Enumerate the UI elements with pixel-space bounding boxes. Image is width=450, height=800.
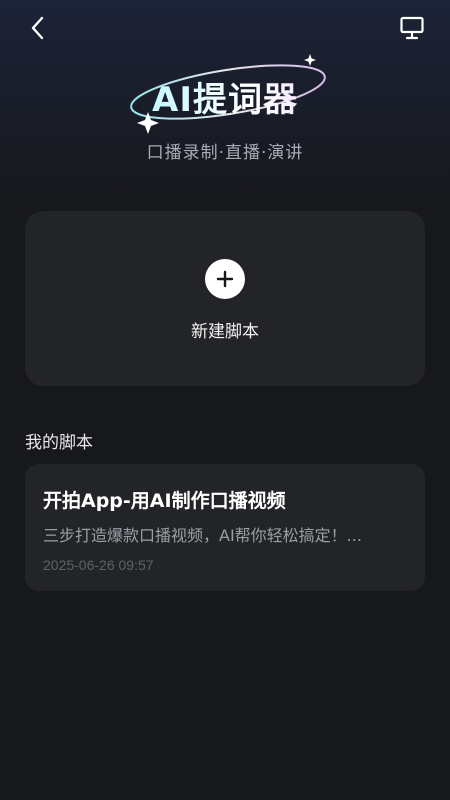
plus-icon bbox=[205, 259, 245, 299]
script-timestamp: 2025-06-26 09:57 bbox=[43, 557, 154, 573]
my-scripts-heading: 我的脚本 bbox=[25, 433, 93, 453]
back-button[interactable] bbox=[20, 10, 56, 46]
app-subtitle: 口播录制·直播·演讲 bbox=[146, 143, 304, 163]
sparkle-small-icon bbox=[304, 54, 316, 66]
script-list-item[interactable]: 开拍App-用AI制作口播视频 三步打造爆款口播视频，AI帮你轻松搞定！... … bbox=[25, 464, 425, 591]
screen-mode-button[interactable] bbox=[394, 10, 430, 46]
monitor-icon bbox=[400, 16, 424, 40]
script-title: 开拍App-用AI制作口播视频 bbox=[43, 490, 286, 512]
script-description: 三步打造爆款口播视频，AI帮你轻松搞定！... bbox=[43, 526, 362, 545]
chevron-left-icon bbox=[31, 16, 44, 40]
new-script-label: 新建脚本 bbox=[191, 322, 259, 342]
new-script-button[interactable]: 新建脚本 bbox=[25, 211, 425, 386]
app-title: AI提词器 bbox=[0, 72, 450, 121]
app-logo: AI提词器 口播录制·直播·演讲 bbox=[0, 50, 450, 170]
